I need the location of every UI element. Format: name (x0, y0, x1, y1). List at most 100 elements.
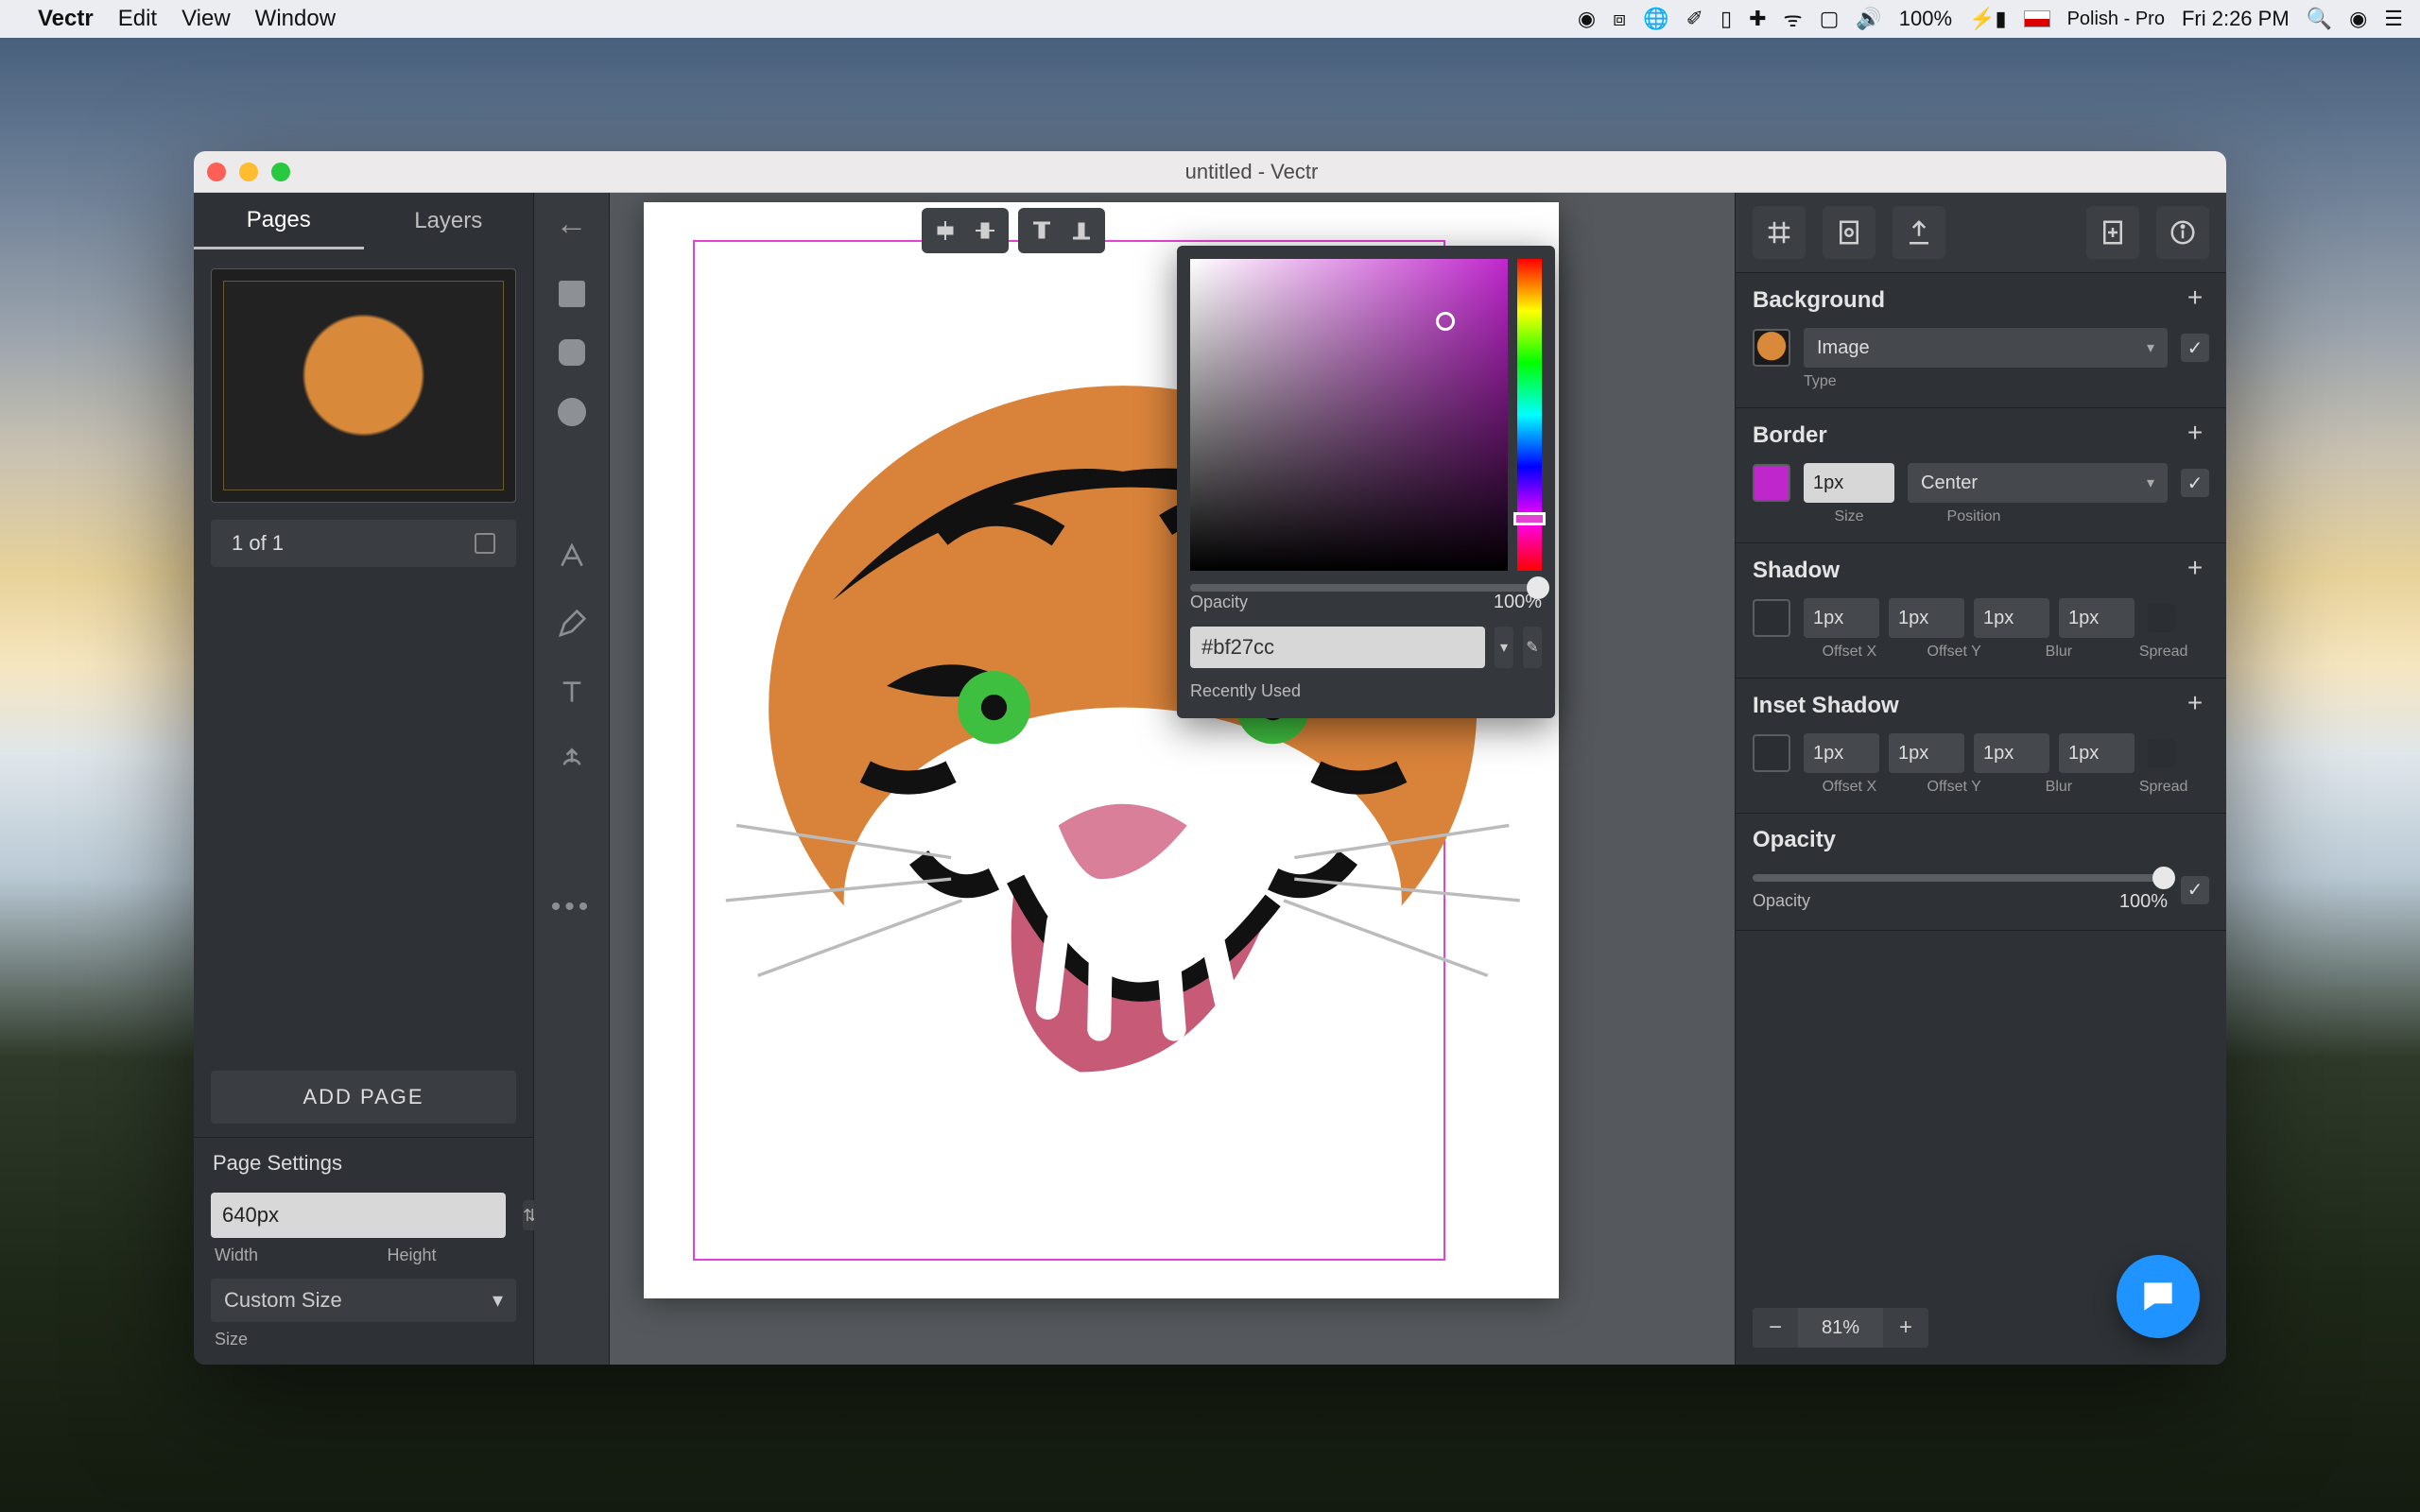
background-swatch[interactable] (1753, 329, 1790, 367)
notification-center-icon[interactable]: ☰ (2384, 7, 2403, 31)
rounded-rectangle-tool[interactable] (559, 339, 585, 366)
menubar-clock[interactable]: Fri 2:26 PM (2182, 7, 2290, 31)
background-type-label: Type (1804, 373, 1837, 390)
zoom-value[interactable]: 81% (1798, 1308, 1883, 1348)
inset-blur-input[interactable] (1974, 733, 2049, 773)
element-opacity-knob[interactable] (2152, 867, 2175, 889)
page-thumbnail[interactable] (211, 268, 516, 503)
hue-handle[interactable] (1513, 512, 1546, 525)
align-horizontal-center-button[interactable] (925, 212, 965, 249)
keyboard-flag-icon[interactable] (2024, 10, 2050, 27)
add-page-button[interactable]: ADD PAGE (211, 1071, 516, 1124)
info-button[interactable] (2156, 206, 2209, 259)
border-color-swatch[interactable] (1753, 464, 1790, 502)
opacity-visible-checkbox[interactable]: ✓ (2181, 876, 2209, 904)
upload-image-tool[interactable] (554, 742, 590, 778)
inspector-panel: Background+ Image▾ ✓ Type Border+ Center… (1735, 193, 2226, 1365)
background-type-select[interactable]: Image▾ (1804, 328, 2168, 368)
tab-pages[interactable]: Pages (194, 193, 364, 249)
chat-support-button[interactable] (2117, 1255, 2200, 1338)
menu-window[interactable]: Window (255, 6, 336, 32)
shadow-color-swatch[interactable] (1753, 599, 1790, 637)
shadow-offset-y-input[interactable] (1889, 598, 1964, 638)
pencil-tool[interactable] (554, 606, 590, 642)
height-label: Height (388, 1246, 513, 1265)
zoom-in-button[interactable]: + (1883, 1308, 1928, 1348)
align-top-button[interactable] (1022, 212, 1062, 249)
eyedropper-button[interactable]: ✎ (1523, 627, 1542, 668)
snap-grid-button[interactable] (1753, 206, 1806, 259)
element-opacity-slider[interactable] (1753, 874, 2168, 882)
plus-icon[interactable]: ✚ (1749, 7, 1766, 31)
shadow-blur-input[interactable] (1974, 598, 2049, 638)
wifi-icon[interactable]: ᯤ (1784, 5, 1803, 33)
align-bottom-button[interactable] (1062, 212, 1101, 249)
color-hue-slider[interactable] (1517, 259, 1542, 571)
add-shadow-button[interactable]: + (2181, 557, 2209, 585)
background-section: Background + Image▾ ✓ Type (1736, 273, 2226, 408)
background-visible-checkbox[interactable]: ✓ (2181, 334, 2209, 362)
vectr-window: untitled - Vectr Pages Layers 1 of 1 ADD… (194, 151, 2226, 1365)
zoom-out-button[interactable]: − (1753, 1308, 1798, 1348)
app-menu[interactable]: Vectr (38, 6, 94, 32)
shadow-visible-checkbox[interactable] (2148, 604, 2176, 632)
tab-layers[interactable]: Layers (364, 193, 534, 249)
export-button[interactable] (1893, 206, 1945, 259)
inset-shadow-color-swatch[interactable] (1753, 734, 1790, 772)
new-file-button[interactable] (2086, 206, 2139, 259)
macos-menubar: Vectr Edit View Window ◉ ⧈ 🌐 ✐ ▯ ✚ ᯤ ▢ 🔊… (0, 0, 2420, 38)
canvas-area[interactable]: Opacity 100% ▾ ✎ Recently Used (610, 193, 1735, 1365)
spotlight-icon[interactable]: 🔍 (2307, 7, 2332, 31)
shadow-spread-input[interactable] (2059, 598, 2135, 638)
opacity-section: Opacity Opacity 100% ✓ (1736, 814, 2226, 931)
ellipse-tool[interactable] (558, 398, 586, 426)
shadow-offset-x-input[interactable] (1804, 598, 1879, 638)
inset-shadow-visible-checkbox[interactable] (2148, 739, 2176, 767)
more-tools-button[interactable]: ••• (554, 889, 590, 925)
rectangle-tool[interactable] (559, 281, 585, 307)
page-size-preset-select[interactable]: Custom Size▾ (211, 1279, 516, 1322)
globe-icon[interactable]: 🌐 (1643, 7, 1668, 31)
creative-cloud-icon[interactable]: ◉ (1578, 7, 1596, 31)
sv-cursor[interactable] (1436, 312, 1455, 331)
keyboard-layout[interactable]: Polish - Pro (2067, 9, 2165, 30)
align-vertical-center-button[interactable] (965, 212, 1005, 249)
dropbox-icon[interactable]: ⧈ (1613, 7, 1626, 31)
battery-device-icon[interactable]: ▯ (1720, 7, 1732, 31)
inset-offset-x-input[interactable] (1804, 733, 1879, 773)
back-button[interactable]: ← (556, 206, 588, 243)
color-opacity-slider[interactable] (1190, 584, 1542, 592)
border-visible-checkbox[interactable]: ✓ (2181, 469, 2209, 497)
shadow-title: Shadow (1753, 558, 1840, 584)
page-width-input[interactable] (211, 1193, 506, 1238)
battery-icon[interactable]: ⚡▮ (1969, 7, 2007, 31)
color-saturation-value-field[interactable] (1190, 259, 1508, 571)
text-tool[interactable] (554, 674, 590, 710)
pen-tool[interactable] (554, 538, 590, 574)
border-size-input[interactable] (1804, 463, 1894, 503)
add-background-button[interactable]: + (2181, 286, 2209, 315)
window-minimize-button[interactable] (239, 163, 258, 181)
volume-icon[interactable]: 🔊 (1856, 7, 1881, 31)
border-position-select[interactable]: Center▾ (1908, 463, 2168, 503)
inset-offset-y-input[interactable] (1889, 733, 1964, 773)
page-settings-button[interactable] (1823, 206, 1876, 259)
window-close-button[interactable] (207, 163, 226, 181)
battery-percent[interactable]: 100% (1899, 7, 1952, 31)
color-hex-input[interactable] (1190, 627, 1485, 668)
siri-icon[interactable]: ◉ (2349, 7, 2367, 31)
menu-view[interactable]: View (182, 6, 231, 32)
background-title: Background (1753, 287, 1885, 314)
inset-spread-input[interactable] (2059, 733, 2135, 773)
duplicate-page-icon[interactable] (475, 533, 495, 554)
titlebar[interactable]: untitled - Vectr (194, 151, 2226, 193)
add-border-button[interactable]: + (2181, 421, 2209, 450)
opacity-knob[interactable] (1527, 576, 1549, 599)
notes-icon[interactable]: ✐ (1686, 7, 1703, 31)
airplay-icon[interactable]: ▢ (1820, 7, 1840, 31)
window-zoom-button[interactable] (271, 163, 290, 181)
add-inset-shadow-button[interactable]: + (2181, 692, 2209, 720)
menu-edit[interactable]: Edit (118, 6, 157, 32)
toolstrip: ← ••• (534, 193, 610, 1365)
color-format-dropdown[interactable]: ▾ (1495, 627, 1513, 668)
